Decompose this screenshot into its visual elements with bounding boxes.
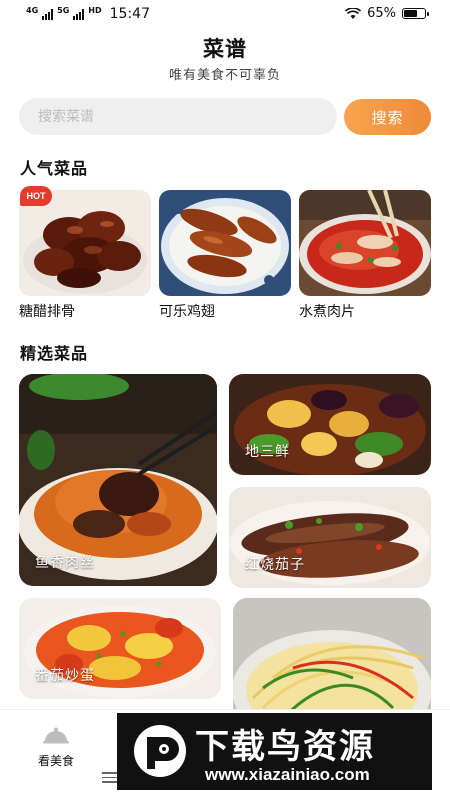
popular-item-2[interactable]: 可乐鸡翅 [159,190,291,321]
search-button[interactable]: 搜索 [344,99,431,135]
battery-icon [402,8,429,19]
nav-item-food[interactable]: 看美食 [30,726,82,769]
battery-percent: 65% [367,6,396,21]
recipe-home-screen: 4G 5G HD 15:47 65% 菜谱 唯有美食不可辜负 搜索 人气菜品 H… [0,0,450,800]
status-bar: 4G 5G HD 15:47 65% [0,0,450,28]
dish-name: 可乐鸡翅 [159,304,215,320]
dish-image [299,190,431,296]
watermark-url: www.xiazainiao.com [205,765,370,784]
bird-logo-icon [134,725,186,777]
watermark-title: 下载鸟资源 [195,727,375,767]
watermark-banner: 下载鸟资源 www.xiazainiao.com [117,713,432,790]
network-type-2: 5G [57,6,70,15]
cloche-icon [43,727,69,744]
featured-section-title: 精选菜品 [20,344,89,363]
hd-icon: HD [88,6,102,15]
featured-item-3[interactable]: 红烧茄子 [229,487,431,588]
wifi-icon [345,7,362,19]
featured-item-2[interactable]: 地三鲜 [229,374,431,475]
menu-icon[interactable] [102,772,118,786]
status-left: 4G 5G HD 15:47 [26,6,150,22]
popular-section-title: 人气菜品 [20,159,89,178]
nav-label: 看美食 [37,754,74,768]
dish-name: 地三鲜 [245,444,290,460]
status-right: 65% [345,6,429,21]
battery-fill [404,10,417,17]
hot-badge: HOT [20,186,52,208]
popular-item-1[interactable]: 糖醋排骨 [19,190,151,321]
featured-item-4[interactable]: 番茄炒蛋 [19,598,221,699]
dish-name: 鱼香肉丝 [35,555,95,571]
popular-item-3[interactable]: 水煮肉片 [299,190,431,321]
page-title: 菜谱 [203,37,247,61]
status-time: 15:47 [109,6,150,22]
dish-name: 番茄炒蛋 [35,668,95,684]
signal-icon-2 [73,8,85,20]
signal-icon [42,8,54,20]
page-subtitle: 唯有美食不可辜负 [168,68,281,83]
dish-name: 水煮肉片 [299,304,355,320]
dish-image [159,190,291,296]
network-type: 4G [26,6,39,15]
dish-name: 红烧茄子 [245,557,305,573]
dish-name: 糖醋排骨 [19,304,75,320]
featured-item-1[interactable]: 鱼香肉丝 [19,374,217,586]
search-input[interactable] [19,98,337,135]
